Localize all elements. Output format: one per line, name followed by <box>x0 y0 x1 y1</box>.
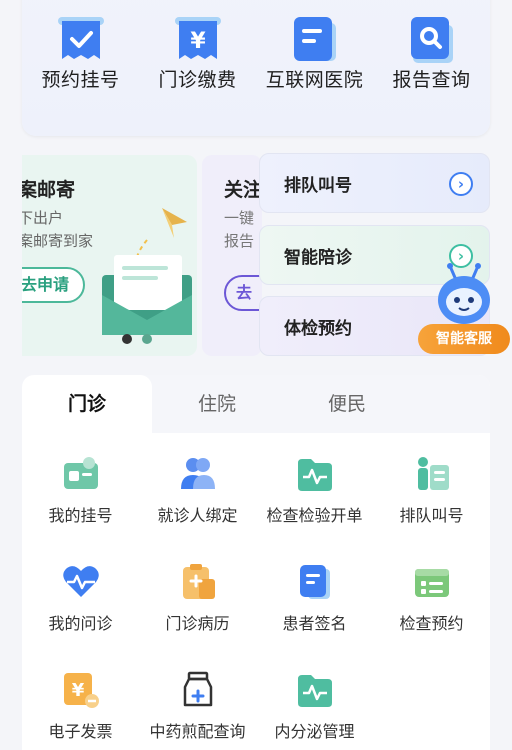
invoice-icon: ¥ <box>62 671 100 709</box>
banner-follow[interactable]: 关注 一键 报告 去 <box>202 155 262 356</box>
svg-text:¥: ¥ <box>71 680 84 701</box>
services-panel: 门诊 住院 便民 我的挂号 就诊人绑定 检查检验开单 排队叫号 我的问诊 门诊病… <box>22 375 490 750</box>
banner-title: 关注 <box>224 179 262 201</box>
smart-service-label: 智能客服 <box>418 324 510 354</box>
quick-action-label: 互联网医院 <box>265 69 364 91</box>
calendar-check-icon <box>57 17 104 65</box>
carousel-dot[interactable] <box>142 334 152 344</box>
service-label: 排队叫号 <box>399 506 464 525</box>
service-tabs: 门诊 住院 便民 <box>22 375 490 433</box>
banner-line: 报告 <box>224 232 255 250</box>
apply-button[interactable]: 去申请 <box>22 267 85 303</box>
yuan-receipt-icon: ¥ <box>174 17 221 65</box>
heart-pulse-icon <box>62 563 100 601</box>
tab-convenience[interactable]: 便民 <box>282 375 412 433</box>
robot-icon <box>436 262 492 332</box>
quick-action-label: 门诊缴费 <box>158 69 237 91</box>
service-label: 内分泌管理 <box>274 722 355 741</box>
users-icon <box>179 455 217 493</box>
banner-line: 一键 <box>224 209 255 227</box>
service-label: 我的问诊 <box>48 614 113 633</box>
side-card-label: 智能陪诊 <box>284 248 352 268</box>
side-card-label: 排队叫号 <box>284 176 352 196</box>
chevron-right-icon: › <box>449 172 473 196</box>
service-label: 中药煎配查询 <box>149 722 246 741</box>
search-report-icon <box>409 17 455 67</box>
carousel-dot-active[interactable] <box>122 334 132 344</box>
clipboard-icon <box>179 563 217 601</box>
sign-document-icon <box>296 563 334 601</box>
side-card-label: 体检预约 <box>284 319 352 339</box>
service-label: 就诊人绑定 <box>157 506 238 525</box>
folder-pulse-icon <box>296 671 334 709</box>
side-card-queue[interactable]: 排队叫号 › <box>259 153 490 213</box>
checklist-icon <box>413 563 451 601</box>
tab-outpatient[interactable]: 门诊 <box>22 375 152 433</box>
banner-button[interactable]: 去 <box>224 275 262 311</box>
service-label: 患者签名 <box>282 614 347 633</box>
quick-action-label: 报告查询 <box>392 69 471 91</box>
queue-icon <box>413 455 451 493</box>
quick-action-label: 预约挂号 <box>41 69 120 91</box>
folder-pulse-icon <box>296 455 334 493</box>
svg-text:¥: ¥ <box>190 29 206 54</box>
banner-medical-record-mail[interactable]: 案邮寄 下出户 案邮寄到家 去申请 <box>22 155 197 356</box>
banner-title: 案邮寄 <box>22 179 76 201</box>
id-card-icon <box>62 455 100 493</box>
service-label: 我的挂号 <box>48 506 113 525</box>
medicine-bottle-icon <box>179 671 217 709</box>
tab-inpatient[interactable]: 住院 <box>152 375 282 433</box>
quick-actions-card: 预约挂号 ¥ 门诊缴费 互联网医院 报告查询 <box>22 0 490 136</box>
service-label: 电子发票 <box>48 722 113 741</box>
envelope-illustration <box>92 200 197 354</box>
banner-line: 下出户 <box>22 209 64 227</box>
service-label: 检查预约 <box>399 614 464 633</box>
service-label: 门诊病历 <box>165 614 230 633</box>
smart-service-assistant[interactable]: 智能客服 <box>418 262 510 354</box>
banner-line: 案邮寄到家 <box>22 232 94 250</box>
document-icon <box>292 17 338 67</box>
service-label: 检查检验开单 <box>266 506 363 525</box>
